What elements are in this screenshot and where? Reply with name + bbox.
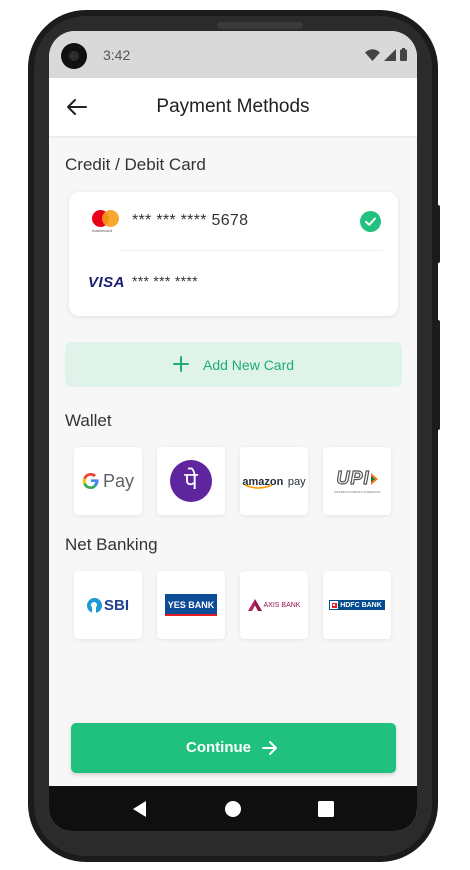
google-pay-logo: Pay	[74, 447, 142, 515]
nav-recents-button[interactable]	[315, 798, 337, 820]
circle-home-icon	[225, 801, 241, 817]
add-new-card-label: Add New Card	[203, 357, 295, 373]
saved-card-mastercard[interactable]: mastercard *** *** **** 5678	[69, 192, 398, 252]
netbanking-section-title: Net Banking	[65, 535, 158, 554]
mastercard-logo: mastercard	[92, 210, 120, 234]
earpiece	[217, 22, 303, 29]
arrow-right-icon	[262, 741, 277, 755]
wallet-upi[interactable]: UPI UNIFIED PAYMENTS INTERFACE	[323, 447, 391, 515]
nav-home-button[interactable]	[222, 798, 244, 820]
amazon-pay-logo: amazon pay	[242, 476, 306, 489]
signal-icon	[384, 48, 396, 61]
status-bar: 3:42	[49, 31, 417, 78]
app-bar: Payment Methods	[49, 78, 417, 136]
cards-section-title: Credit / Debit Card	[65, 155, 206, 174]
sbi-logo: SBI	[74, 571, 142, 639]
volume-button	[436, 205, 440, 263]
saved-cards-list: mastercard *** *** **** 5678 VISA *** **…	[69, 192, 398, 316]
phonepe-logo: पे	[157, 447, 225, 515]
continue-button[interactable]: Continue	[71, 723, 396, 773]
bank-sbi[interactable]: SBI	[74, 571, 142, 639]
visa-logo: VISA	[88, 274, 126, 291]
status-time: 3:42	[103, 47, 131, 63]
triangle-back-icon	[133, 801, 146, 817]
square-recents-icon	[318, 801, 334, 817]
plus-icon	[173, 356, 189, 372]
check-circle-icon	[360, 211, 381, 232]
wifi-icon	[365, 48, 380, 61]
card-number: *** *** **** 5678	[132, 212, 249, 229]
wallet-amazon-pay[interactable]: amazon pay	[240, 447, 308, 515]
front-camera	[61, 43, 87, 69]
battery-icon	[400, 48, 407, 61]
system-nav-bar	[49, 786, 417, 831]
bank-axis-bank[interactable]: AXIS BANK	[240, 571, 308, 639]
hdfc-bank-logo: HDFC BANK	[323, 571, 391, 639]
upi-logo: UPI UNIFIED PAYMENTS INTERFACE	[333, 467, 381, 494]
screen: 3:42 Payment Methods Credit / Debit Card…	[49, 31, 417, 831]
bank-yes-bank[interactable]: YES BANK	[157, 571, 225, 639]
wallet-section-title: Wallet	[65, 411, 112, 430]
add-new-card-button[interactable]: Add New Card	[65, 342, 402, 387]
wallet-phonepe[interactable]: पे	[157, 447, 225, 515]
power-button	[436, 320, 440, 430]
saved-card-visa[interactable]: VISA *** *** ****	[69, 252, 398, 312]
nav-back-button[interactable]	[129, 798, 151, 820]
divider	[121, 250, 382, 251]
continue-label: Continue	[186, 739, 251, 756]
wallet-google-pay[interactable]: Pay	[74, 447, 142, 515]
google-pay-text: Pay	[102, 470, 135, 491]
axis-bank-logo: AXIS BANK	[240, 571, 308, 639]
yes-bank-logo: YES BANK	[157, 571, 225, 639]
status-icons	[365, 48, 407, 61]
bank-hdfc-bank[interactable]: HDFC BANK	[323, 571, 391, 639]
card-number: *** *** ****	[132, 273, 198, 289]
page-title: Payment Methods	[156, 96, 310, 117]
